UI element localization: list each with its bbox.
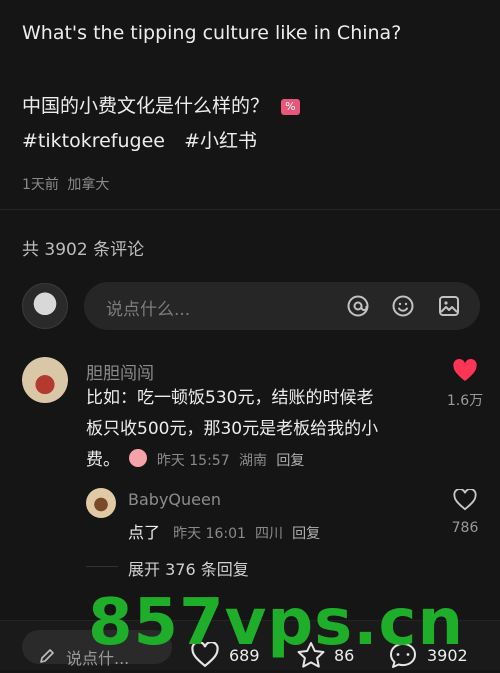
commenter-name[interactable]: 胆胆闯闯 [86,359,154,384]
comment-time: 昨天 15:57 [156,453,230,469]
watermark: 857vps.cn [88,586,465,660]
emoji-icon[interactable] [391,294,415,318]
commenter-avatar[interactable] [22,357,68,403]
expand-divider [86,566,118,567]
reply-author[interactable]: BabyQueen [128,490,221,509]
post-time: 1天前 [22,177,59,193]
reply-like-heart-icon[interactable] [453,488,477,511]
post-location: 加拿大 [67,177,110,193]
hashtag-xiaohongshu[interactable]: #小红书 [184,130,257,152]
post-text-english: What's the tipping culture like in China… [22,22,402,44]
reply-text: 点了 [128,523,161,542]
hashtag-tiktokrefugee[interactable]: #tiktokrefugee [22,130,165,152]
expand-replies-button[interactable]: 展开 376 条回复 [128,556,249,580]
divider [0,209,500,210]
reply-like-count: 786 [451,520,479,536]
reply-time: 昨天 16:01 [173,526,246,542]
post-tags: #tiktokrefugee #小红书 [22,126,257,153]
reply-body-row: 点了 昨天 16:01 四川 回复 [128,519,320,543]
comment-reply-button[interactable]: 回复 [276,453,304,469]
post-text-chinese: 中国的小费文化是什么样的？ % [22,91,300,118]
comment-line-3: 费。 [86,450,120,470]
image-icon[interactable] [437,294,461,318]
comment-line-2: 板只收500元，那30元是老板给我的小 [86,419,379,439]
comment-line-1: 比如：吃一顿饭530元，结账的时候老 [86,388,374,408]
comment-count: 共 3902 条评论 [22,240,145,260]
mention-icon[interactable] [346,294,370,318]
reply-location: 四川 [255,526,283,542]
pencil-icon [38,647,56,665]
comment-input-placeholder: 说点什么... [106,300,191,320]
comment-like-count: 1.6万 [446,393,484,409]
post-meta: 1天前 加拿大 [22,174,109,194]
comment-line-3-row: 费。 昨天 15:57 湖南 回复 [86,445,304,477]
post-text-chinese-label: 中国的小费文化是什么样的？ [22,95,270,117]
comment-like-heart-icon[interactable] [452,359,478,383]
peach-emoji-icon [129,449,148,467]
my-avatar[interactable] [22,283,68,329]
ticket-emoji-icon: % [281,98,300,115]
reply-reply-button[interactable]: 回复 [292,526,320,542]
reply-avatar[interactable] [86,488,116,518]
comment-location: 湖南 [239,453,268,469]
